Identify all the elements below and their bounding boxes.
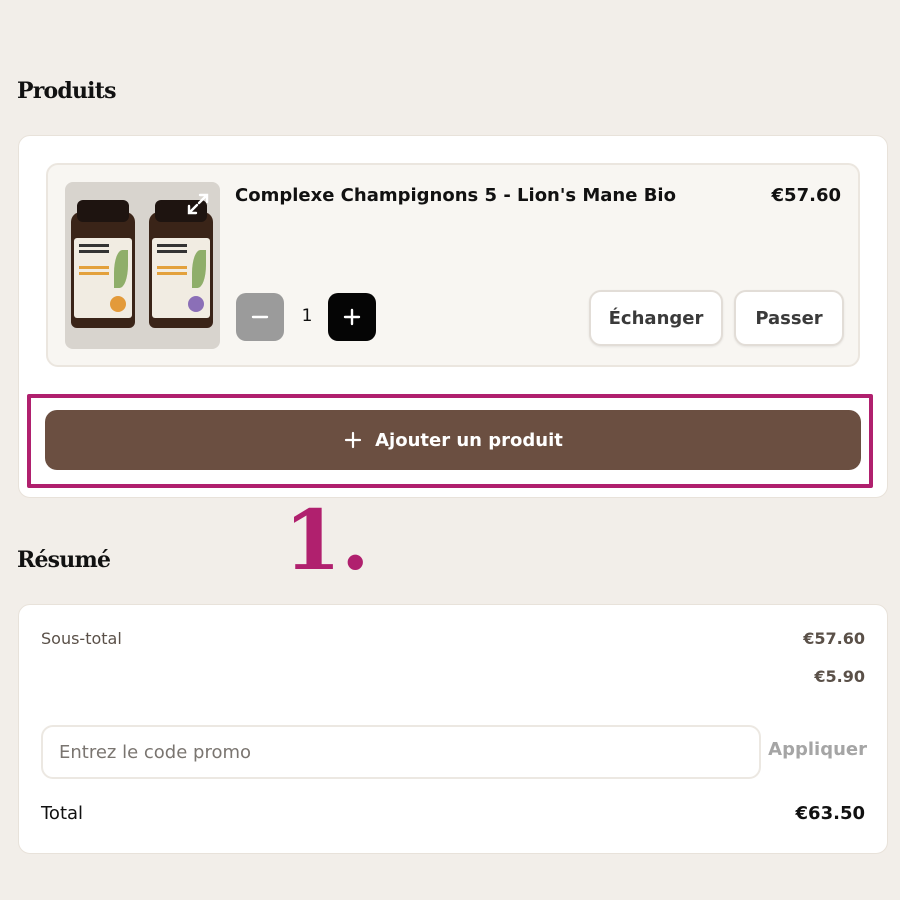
promo-code-input[interactable] [41,725,761,779]
step-number-annotation: 1. [284,493,370,589]
summary-heading: Résumé [17,547,111,573]
plus-icon [345,431,362,449]
product-name: Complexe Champignons 5 - Lion's Mane Bio [235,185,676,206]
quantity-increase-button[interactable] [328,293,376,341]
expand-icon[interactable] [186,192,210,216]
subtotal-value: €57.60 [803,629,865,648]
quantity-value: 1 [301,306,313,326]
subtotal-label: Sous-total [41,629,122,648]
plus-icon [343,308,361,326]
products-heading: Produits [17,78,117,104]
exchange-button[interactable]: Échanger [589,290,723,346]
cart-product-item: Complexe Champignons 5 - Lion's Mane Bio… [46,163,860,367]
total-label: Total [41,803,84,824]
quantity-decrease-button[interactable] [236,293,284,341]
add-product-label: Ajouter un produit [375,429,563,451]
shipping-value: €5.90 [814,667,865,686]
product-jar-lions-mane [71,200,135,328]
product-price: €57.60 [771,185,841,206]
product-image[interactable] [65,182,220,349]
add-product-button[interactable]: Ajouter un produit [45,410,861,470]
apply-promo-button[interactable]: Appliquer [768,739,867,760]
total-value: €63.50 [795,803,865,824]
summary-card: Sous-total €57.60 €5.90 Appliquer Total … [18,604,888,854]
product-jar-complexe [149,200,213,328]
skip-button[interactable]: Passer [734,290,844,346]
minus-icon [251,315,269,319]
